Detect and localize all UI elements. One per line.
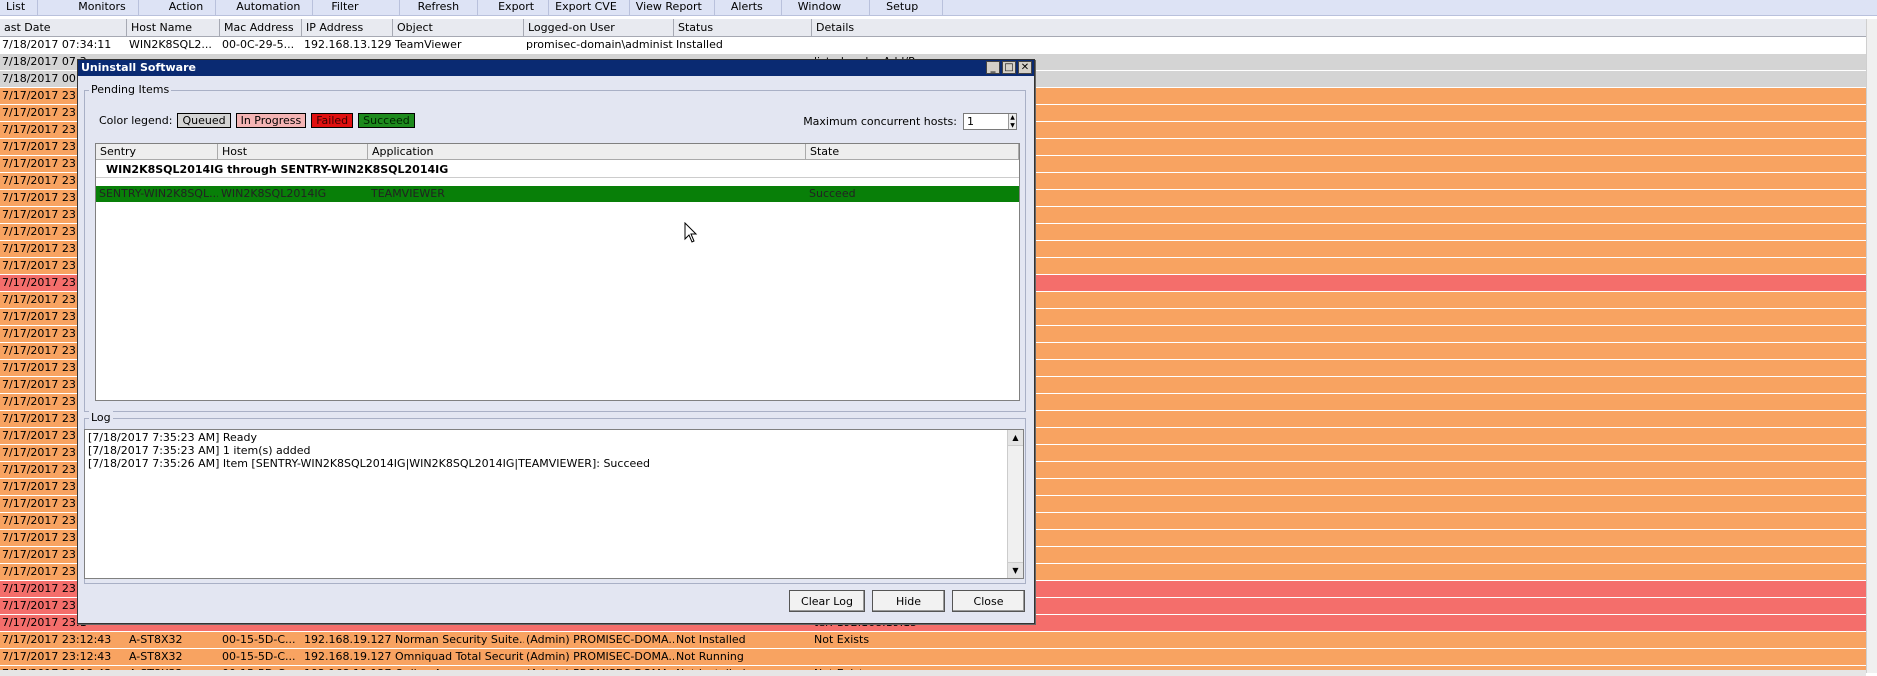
pending-table-header: Sentry Host Application State — [96, 144, 1019, 160]
clear-log-button[interactable]: Clear Log — [789, 590, 865, 612]
table-cell: A-ST8X32 — [129, 633, 183, 646]
menu-action[interactable]: Action — [139, 0, 217, 15]
table-row[interactable]: 7/17/2017 23:12:43 A-ST8X32 00-15-5D-C... 1… — [0, 649, 1866, 666]
menu-refresh[interactable]: Refresh — [400, 0, 479, 15]
col-ip-address[interactable]: IP Address — [302, 19, 393, 36]
table-cell: (Admin) PROMISEC-DOMA... — [526, 633, 674, 646]
menu-setup[interactable]: Setup — [870, 0, 944, 15]
col-host[interactable]: Host — [218, 144, 368, 159]
legend-in-progress: In Progress — [235, 113, 307, 128]
menu-monitors[interactable]: Monitors — [38, 0, 139, 15]
table-cell — [812, 649, 1866, 665]
table-cell: 7/18/2017 07:34:11 — [2, 38, 112, 51]
pending-items-group: Pending Items Color legend: Queued In Pr… — [84, 83, 1026, 412]
uninstall-software-dialog: Uninstall Software _ □ ✕ Pending Items C… — [77, 59, 1035, 624]
item-application: TEAMVIEWER — [371, 187, 445, 200]
minimize-icon[interactable]: _ — [986, 61, 1000, 74]
log-label: Log — [89, 411, 113, 425]
dialog-title: Uninstall Software — [81, 61, 196, 74]
table-cell: 192.168.19.127 — [304, 633, 392, 646]
log-scrollbar[interactable]: ▲ ▼ — [1007, 430, 1023, 578]
table-cell: 192.168.13.129 — [304, 38, 392, 51]
col-logged-on-user[interactable]: Logged-on User — [524, 19, 674, 36]
log-group: Log [7/18/2017 7:35:23 AM] Ready [7/18/2… — [84, 411, 1026, 584]
table-row[interactable]: 7/17/2017 23:12:43 A-ST8X32 00-15-5D-C... 1… — [0, 632, 1866, 649]
pending-items-label: Pending Items — [89, 83, 172, 97]
table-cell: 00-15-5D-C... — [222, 633, 296, 646]
pending-group-row[interactable]: WIN2K8SQL2014IG through SENTRY-WIN2K8SQL… — [96, 160, 1019, 178]
max-hosts-input[interactable] — [964, 114, 1008, 129]
log-line: [7/18/2017 7:35:23 AM] Ready — [88, 431, 258, 444]
color-legend: Color legend: Queued In Progress Failed … — [99, 113, 415, 128]
max-hosts-spinner[interactable]: ▲ ▼ — [963, 113, 1017, 130]
table-cell: promisec-domain\administ... — [526, 38, 674, 51]
table-cell: Omniquad Total Security — [395, 650, 524, 663]
menu-automation[interactable]: Automation — [216, 0, 314, 15]
col-status[interactable]: Status — [674, 19, 812, 36]
maximize-icon[interactable]: □ — [1002, 61, 1016, 74]
max-hosts-label: Maximum concurrent hosts: — [803, 115, 957, 128]
col-application[interactable]: Application — [368, 144, 806, 159]
menu-export-cve[interactable]: Export CVE — [549, 0, 630, 15]
item-sentry: SENTRY-WIN2K8SQL... — [99, 187, 218, 200]
table-cell: 00-0C-29-5... — [222, 38, 295, 51]
table-cell: Not Running — [676, 650, 744, 663]
table-cell: (Admin) PROMISEC-DOMA... — [526, 650, 674, 663]
table-cell: Not Installed — [676, 633, 746, 646]
item-host: WIN2K8SQL2014IG — [221, 187, 327, 200]
table-cell: TeamViewer — [395, 38, 462, 51]
grid-vertical-scrollbar[interactable] — [1866, 19, 1877, 673]
color-legend-label: Color legend: — [99, 114, 173, 127]
table-cell: 7/17/2017 23:12:43 — [2, 633, 112, 646]
table-cell: Installed — [676, 38, 723, 51]
menu-window[interactable]: Window — [782, 0, 871, 15]
menu-filter[interactable]: Filter — [313, 0, 400, 15]
col-sentry[interactable]: Sentry — [96, 144, 218, 159]
menu-export[interactable]: Export — [478, 0, 550, 15]
grid-horizontal-scrollbar[interactable] — [0, 670, 1866, 676]
spin-up-icon[interactable]: ▲ — [1009, 114, 1016, 122]
table-cell: A-ST8X32 — [129, 650, 183, 663]
col-object[interactable]: Object — [393, 19, 524, 36]
col-host-name[interactable]: Host Name — [127, 19, 220, 36]
legend-failed: Failed — [311, 113, 354, 128]
table-cell — [812, 37, 1866, 53]
scroll-up-icon[interactable]: ▲ — [1008, 430, 1023, 446]
item-state: Succeed — [809, 187, 856, 200]
menu-alerts[interactable]: Alerts — [715, 0, 782, 15]
log-line: [7/18/2017 7:35:23 AM] 1 item(s) added — [88, 444, 311, 457]
table-cell: 192.168.19.127 — [304, 650, 392, 663]
max-hosts-control: Maximum concurrent hosts: ▲ ▼ — [803, 113, 1017, 130]
menu-view-report[interactable]: View Report — [630, 0, 715, 15]
scroll-down-icon[interactable]: ▼ — [1008, 562, 1023, 578]
table-cell: Norman Security Suite... — [395, 633, 524, 646]
close-button[interactable]: Close — [952, 590, 1025, 612]
log-line: [7/18/2017 7:35:26 AM] Item [SENTRY-WIN2… — [88, 457, 651, 470]
table-cell: 00-15-5D-C... — [222, 650, 296, 663]
table-cell: 7/17/2017 23:12:43 — [2, 650, 112, 663]
table-cell: Not Exists — [814, 633, 870, 646]
close-icon[interactable]: ✕ — [1018, 61, 1032, 74]
grid-header: ast Date Host Name Mac Address IP Addres… — [0, 19, 1866, 37]
spin-down-icon[interactable]: ▼ — [1009, 121, 1016, 129]
pending-item-row[interactable]: SENTRY-WIN2K8SQL... WIN2K8SQL2014IG TEAM… — [96, 186, 1019, 202]
table-cell: WIN2K8SQL2... — [129, 38, 212, 51]
legend-queued: Queued — [177, 113, 231, 128]
hide-button[interactable]: Hide — [872, 590, 945, 612]
col-state[interactable]: State — [806, 144, 1019, 159]
dialog-titlebar[interactable]: Uninstall Software _ □ ✕ — [78, 60, 1034, 76]
legend-succeed: Succeed — [358, 113, 415, 128]
pending-items-table[interactable]: Sentry Host Application State WIN2K8SQL2… — [95, 143, 1020, 401]
menu-list[interactable]: List — [0, 0, 39, 15]
main-menubar: List Monitors Action Automation Filter R… — [0, 0, 1877, 16]
col-details[interactable]: Details — [812, 19, 1866, 36]
col-last-date[interactable]: ast Date — [0, 19, 127, 36]
col-mac-address[interactable]: Mac Address — [220, 19, 302, 36]
log-textbox[interactable]: [7/18/2017 7:35:23 AM] Ready [7/18/2017 … — [84, 429, 1024, 579]
table-row[interactable]: 7/18/2017 07:34:11 WIN2K8SQL2... 00-0C-29-… — [0, 37, 1866, 54]
mouse-pointer-icon — [684, 222, 698, 243]
